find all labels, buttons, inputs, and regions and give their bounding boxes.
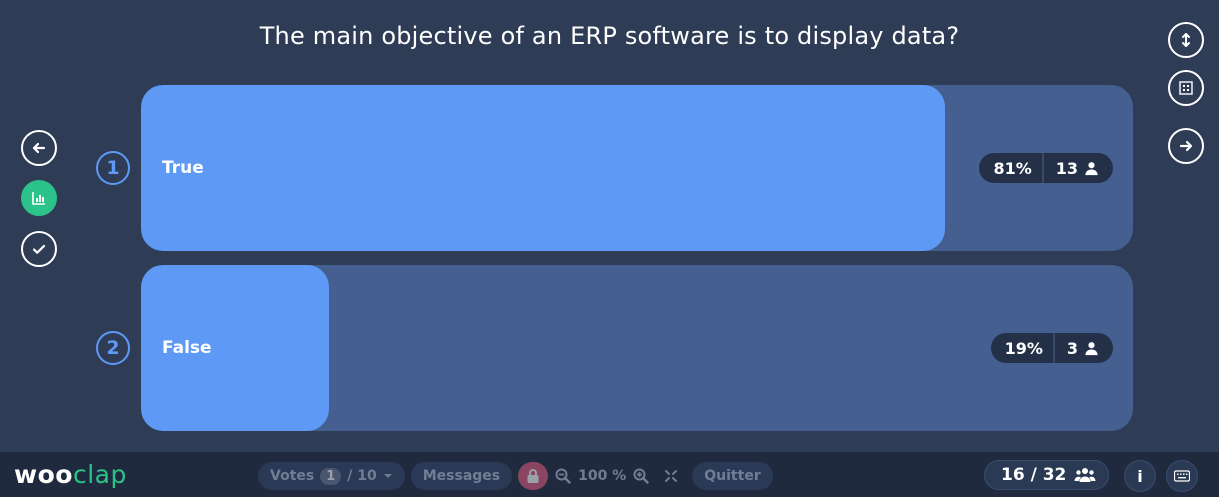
session-toolbar: Votes 1 / 10 Messages 100 % Quitter (258, 462, 773, 490)
answer-percent-2: 19% (1004, 338, 1043, 358)
zoom-level: 100 % (578, 468, 627, 484)
answer-votes-1: 13 (1044, 153, 1113, 183)
answer-row-1: True 81% 13 (141, 85, 1133, 251)
participants-counter[interactable]: 16 / 32 (984, 460, 1110, 490)
info-icon: i (1137, 466, 1143, 486)
answer-number-1: 1 (96, 151, 130, 185)
arrow-left-icon (32, 142, 46, 154)
wooclap-logo: wooclap (14, 460, 127, 489)
answer-percent-1: 81% (993, 158, 1032, 178)
show-correct-answer-button[interactable] (21, 231, 57, 267)
answer-stats-1: 81% 13 (979, 153, 1113, 183)
votes-current: 1 (320, 467, 342, 485)
question-title: The main objective of an ERP software is… (259, 22, 960, 50)
keyboard-icon (1174, 470, 1190, 482)
zoom-in-button[interactable] (632, 462, 650, 490)
answer-number-2: 2 (96, 331, 130, 365)
quit-button[interactable]: Quitter (692, 462, 773, 490)
chevron-down-icon (383, 474, 392, 478)
info-button[interactable]: i (1124, 460, 1156, 492)
compress-icon (665, 470, 678, 482)
answer-stats-2: 19% 3 (990, 333, 1113, 363)
votes-selector[interactable]: Votes 1 / 10 (258, 462, 405, 490)
answer-label-1: True (162, 158, 204, 178)
answer-row-2: False 19% 3 (141, 265, 1133, 431)
bottom-toolbar: wooclap Votes 1 / 10 Messages 100 % Quit… (0, 452, 1219, 497)
results-chart-button[interactable] (21, 180, 57, 216)
lock-button[interactable] (518, 462, 549, 490)
grid-icon (1179, 81, 1193, 95)
presentation-stage: The main objective of an ERP software is… (0, 0, 1219, 452)
chart-icon (32, 192, 45, 205)
logo-part-clap: clap (72, 460, 127, 489)
vertical-arrows-icon (1182, 33, 1190, 47)
user-icon (1085, 161, 1098, 175)
participants-count: 16 / 32 (1001, 465, 1067, 485)
qr-code-button[interactable] (1168, 70, 1204, 106)
previous-button[interactable] (21, 130, 57, 166)
zoom-out-icon (555, 468, 571, 484)
logo-part-woo: woo (14, 460, 73, 489)
users-icon (1074, 468, 1096, 482)
zoom-out-button[interactable] (554, 462, 572, 490)
answer-label-2: False (162, 338, 212, 358)
quit-label: Quitter (704, 468, 761, 484)
answer-votes-2: 3 (1055, 333, 1113, 363)
answer-count-1: 13 (1055, 158, 1078, 178)
toggle-layout-button[interactable] (1168, 22, 1204, 58)
keyboard-shortcuts-button[interactable] (1166, 460, 1198, 492)
answer-bar-fill-1 (141, 85, 945, 251)
messages-label: Messages (422, 468, 501, 484)
check-icon (32, 244, 46, 254)
fullscreen-button[interactable] (656, 462, 686, 490)
arrow-right-icon (1179, 140, 1193, 152)
next-button[interactable] (1168, 128, 1204, 164)
lock-icon (527, 469, 539, 483)
zoom-in-icon (633, 468, 649, 484)
answer-count-2: 3 (1066, 338, 1078, 358)
votes-label: Votes (270, 468, 315, 484)
user-icon (1085, 341, 1098, 355)
messages-button[interactable]: Messages (410, 462, 513, 490)
votes-total: / 10 (347, 468, 377, 484)
